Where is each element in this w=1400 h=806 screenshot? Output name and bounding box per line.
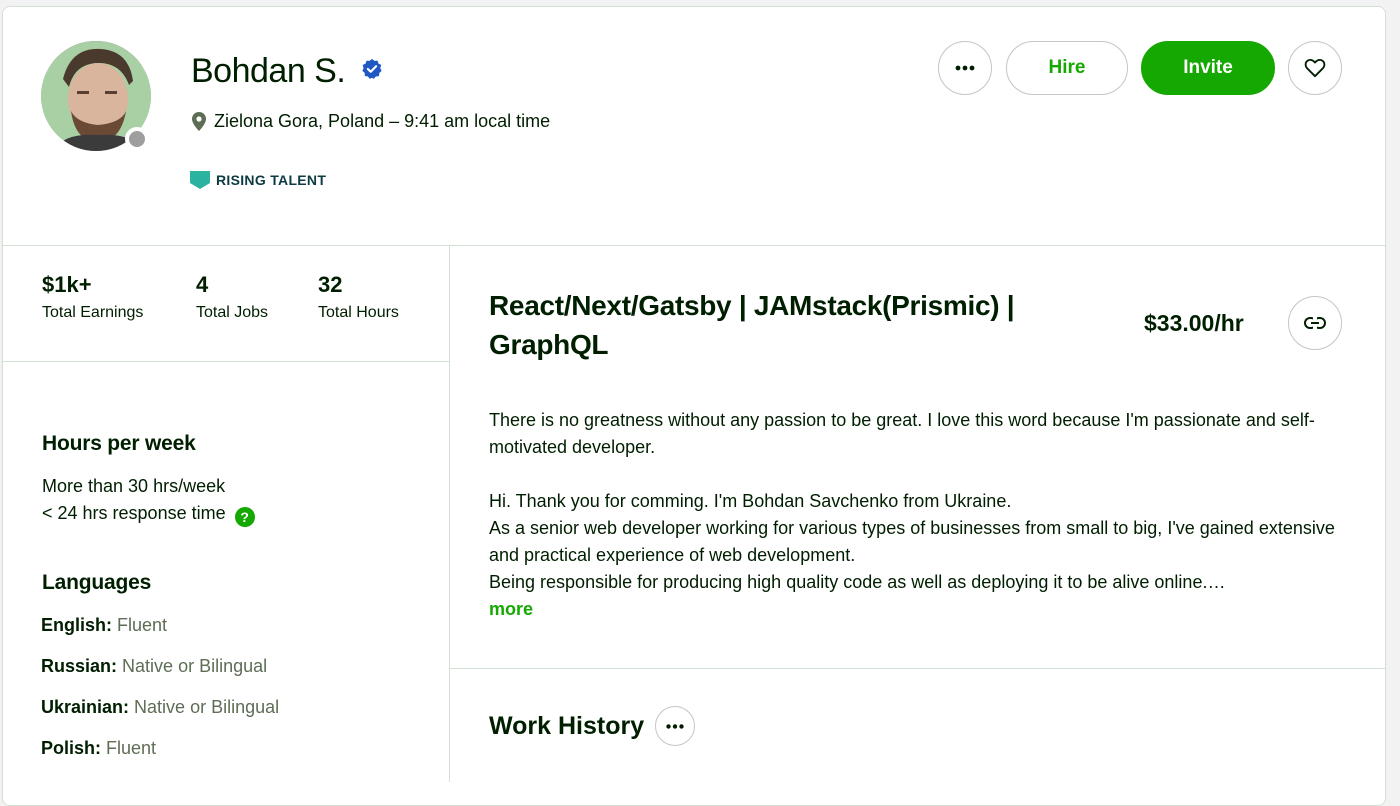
stat-label: Total Earnings <box>42 304 144 321</box>
ellipsis-icon <box>955 65 975 71</box>
help-icon[interactable]: ? <box>234 507 255 527</box>
response-time-text: < 24 hrs response time <box>42 503 226 523</box>
stat-value: 4 <box>196 272 209 297</box>
description-line: As a senior web developer working for va… <box>489 518 1335 565</box>
profile-title: React/Next/Gatsby | JAMstack(Prismic) | … <box>489 290 1015 360</box>
stat-total-jobs: 4 Total Jobs <box>196 272 268 322</box>
stat-label: Total Hours <box>318 304 399 321</box>
more-options-button[interactable] <box>938 41 992 95</box>
work-history-heading: Work History <box>489 712 645 740</box>
offline-status-indicator <box>125 127 149 151</box>
hours-per-week-value: More than 30 hrs/week <box>42 476 226 496</box>
work-history-options-button[interactable] <box>655 706 695 746</box>
more-link[interactable]: more <box>489 596 1349 623</box>
description-line: Hi. Thank you for comming. I'm Bohdan Sa… <box>489 491 1012 511</box>
language-name: Polish: <box>41 738 102 758</box>
link-icon <box>1304 317 1326 329</box>
ellipsis-icon <box>666 723 684 729</box>
hourly-rate: $33.00/hr <box>1144 310 1244 336</box>
language-item: English: Fluent <box>41 615 167 636</box>
hours-per-week-heading: Hours per week <box>42 432 196 455</box>
copy-link-button[interactable] <box>1288 296 1342 350</box>
invite-button[interactable]: Invite <box>1141 41 1275 95</box>
language-item: Russian: Native or Bilingual <box>41 656 267 677</box>
language-level: Fluent <box>117 615 168 635</box>
language-item: Polish: Fluent <box>41 738 156 759</box>
freelancer-name: Bohdan S. <box>191 52 346 90</box>
description-line: Being responsible for producing high qua… <box>489 572 1226 592</box>
language-name: Russian: <box>41 656 118 676</box>
favorite-button[interactable] <box>1288 41 1342 95</box>
location-text: Zielona Gora, Poland – 9:41 am local tim… <box>214 111 551 131</box>
language-level: Fluent <box>106 738 157 758</box>
header-divider <box>3 245 1385 246</box>
language-level: Native or Bilingual <box>134 697 280 717</box>
stat-value: 32 <box>318 272 343 297</box>
verified-badge-icon <box>362 58 382 79</box>
language-name: English: <box>41 615 112 635</box>
stats-divider <box>3 361 449 362</box>
column-divider <box>449 246 450 782</box>
response-time-line: < 24 hrs response time ? <box>42 503 255 527</box>
location-pin-icon <box>192 112 206 131</box>
badge-label: RISING TALENT <box>216 172 327 188</box>
profile-description: There is no greatness without any passio… <box>489 407 1349 623</box>
description-paragraph: There is no greatness without any passio… <box>489 410 1315 457</box>
stat-total-hours: 32 Total Hours <box>318 272 399 322</box>
languages-heading: Languages <box>42 571 152 594</box>
stat-value: $1k+ <box>42 272 92 297</box>
overview-divider <box>450 668 1385 669</box>
heart-icon <box>1304 58 1326 78</box>
language-item: Ukrainian: Native or Bilingual <box>41 697 279 718</box>
rising-talent-badge[interactable]: RISING TALENT <box>190 171 326 189</box>
stat-label: Total Jobs <box>196 304 269 321</box>
stat-total-earnings: $1k+ Total Earnings <box>42 272 143 322</box>
hire-button[interactable]: Hire <box>1006 41 1128 95</box>
location-line: Zielona Gora, Poland – 9:41 am local tim… <box>192 111 550 132</box>
language-name: Ukrainian: <box>41 697 130 717</box>
rising-talent-icon <box>190 171 210 189</box>
language-level: Native or Bilingual <box>122 656 268 676</box>
